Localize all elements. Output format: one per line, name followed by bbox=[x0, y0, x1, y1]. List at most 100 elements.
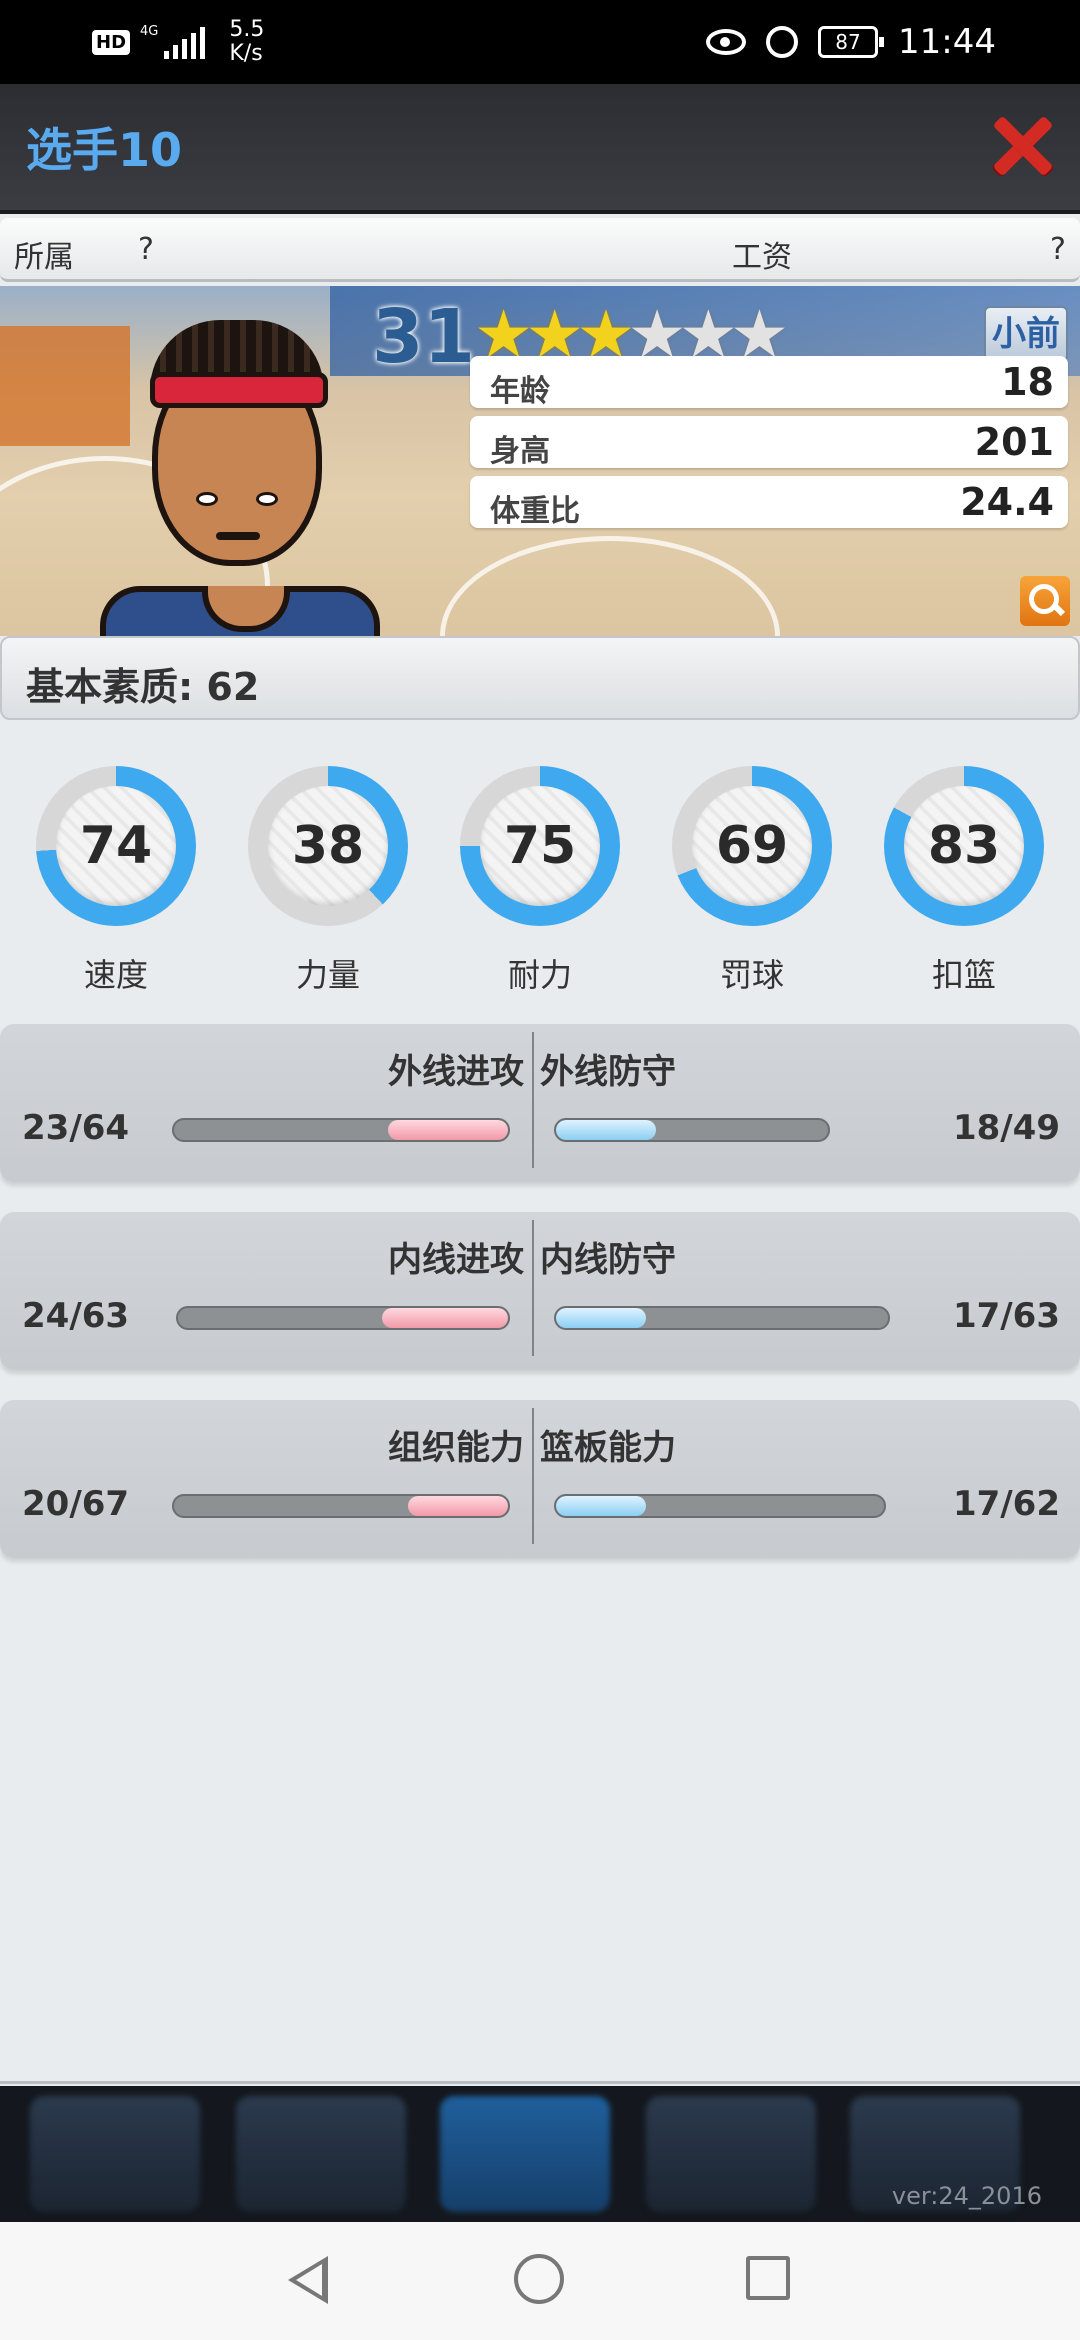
player-banner: 31 ★ ★ ★ ★ ★ ★ 小前 年龄 18 身高 201 体重比 24.4 bbox=[0, 286, 1080, 636]
nav-tab-2[interactable] bbox=[236, 2096, 406, 2212]
info-bmi: 体重比 24.4 bbox=[470, 476, 1068, 529]
status-left: HD 4G 5.5 K/s bbox=[92, 18, 264, 66]
stat-bar-left bbox=[176, 1306, 510, 1330]
gauge-label: 速度 bbox=[83, 956, 148, 994]
avatar-mouth bbox=[216, 532, 260, 540]
stat-value-left: 20/67 bbox=[22, 1484, 130, 1524]
panel-divider bbox=[532, 1220, 534, 1356]
search-icon[interactable] bbox=[1020, 576, 1070, 626]
nav-tab-1[interactable] bbox=[30, 2096, 200, 2212]
stat-bar-left bbox=[172, 1494, 510, 1518]
battery-icon: 87 bbox=[818, 26, 885, 58]
stat-panel-interior: 内线进攻 内线防守 24/63 17/63 bbox=[0, 1212, 1080, 1370]
stat-fill-right bbox=[556, 1120, 656, 1140]
position-badge: 小前 bbox=[984, 306, 1068, 362]
overall-rating: 31 bbox=[372, 294, 475, 380]
signal-icon: 4G bbox=[140, 24, 206, 59]
salary-value: ? bbox=[1050, 232, 1066, 267]
gauge-strength: 38 力量 bbox=[248, 766, 408, 994]
stat-fill-left bbox=[382, 1308, 508, 1328]
team-value: ? bbox=[138, 232, 154, 267]
avatar-headband bbox=[150, 372, 328, 408]
stat-title-right: 篮板能力 bbox=[540, 1428, 676, 1468]
gauge-value: 74 bbox=[56, 786, 176, 906]
net-speed-value: 5.5 bbox=[229, 17, 265, 42]
avatar-eye bbox=[196, 492, 218, 506]
gauge-value: 75 bbox=[480, 786, 600, 906]
stat-fill-left bbox=[388, 1120, 508, 1140]
stat-title-right: 内线防守 bbox=[540, 1240, 676, 1280]
stat-value-right: 17/63 bbox=[952, 1296, 1060, 1336]
hd-badge: HD bbox=[92, 29, 131, 55]
court-circle bbox=[440, 536, 780, 636]
gauge-ring: 74 bbox=[36, 766, 196, 926]
back-icon[interactable] bbox=[288, 2256, 328, 2304]
network-gen: 4G bbox=[140, 24, 159, 39]
gauge-value: 69 bbox=[692, 786, 812, 906]
basic-quality-bar: 基本素质: 62 bbox=[0, 636, 1080, 720]
game-bottom-nav: ver:24_2016 bbox=[0, 2086, 1080, 2222]
eye-icon bbox=[706, 29, 747, 55]
bmi-value: 24.4 bbox=[960, 480, 1054, 524]
panel-divider bbox=[532, 1408, 534, 1544]
gauge-value: 38 bbox=[268, 786, 388, 906]
stat-fill-left bbox=[408, 1496, 508, 1516]
version-label: ver:24_2016 bbox=[891, 2182, 1042, 2210]
status-right: 87 11:44 bbox=[706, 22, 996, 62]
age-label: 年龄 bbox=[490, 374, 550, 409]
stat-title-left: 组织能力 bbox=[388, 1428, 524, 1468]
player-avatar bbox=[80, 316, 400, 636]
clock: 11:44 bbox=[898, 22, 996, 62]
gauge-ring: 75 bbox=[460, 766, 620, 926]
stat-value-right: 17/62 bbox=[952, 1484, 1060, 1524]
basic-quality: 基本素质: 62 bbox=[26, 665, 260, 709]
avatar-eye bbox=[256, 492, 278, 506]
stat-bar-right bbox=[554, 1494, 886, 1518]
nav-tab-3[interactable] bbox=[440, 2096, 610, 2212]
gauge-label: 罚球 bbox=[719, 956, 784, 994]
gauge-ring: 83 bbox=[884, 766, 1044, 926]
gauge-stamina: 75 耐力 bbox=[460, 766, 620, 994]
page-title: 选手10 bbox=[26, 123, 183, 177]
gauge-ring: 38 bbox=[248, 766, 408, 926]
gauge-value: 83 bbox=[904, 786, 1024, 906]
stat-fill-right bbox=[556, 1496, 646, 1516]
system-nav-bar bbox=[0, 2222, 1080, 2340]
gauge-label: 耐力 bbox=[507, 956, 572, 994]
empty-content-area bbox=[0, 1570, 1080, 2084]
gauge-label: 扣篮 bbox=[931, 956, 996, 994]
affiliation-row: 所属 ? 工资 ? bbox=[0, 218, 1080, 282]
home-icon[interactable] bbox=[514, 2254, 564, 2304]
stat-bar-left bbox=[172, 1118, 510, 1142]
gauge-ring: 69 bbox=[672, 766, 832, 926]
stat-value-left: 23/64 bbox=[22, 1108, 130, 1148]
stat-title-left: 外线进攻 bbox=[388, 1052, 524, 1092]
close-icon[interactable] bbox=[990, 114, 1052, 176]
stat-value-right: 18/49 bbox=[952, 1108, 1060, 1148]
nav-tab-4[interactable] bbox=[646, 2096, 816, 2212]
alarm-icon bbox=[766, 26, 799, 58]
gauge-label: 力量 bbox=[295, 956, 360, 994]
info-height: 身高 201 bbox=[470, 416, 1068, 469]
stat-panel-perimeter: 外线进攻 外线防守 23/64 18/49 bbox=[0, 1024, 1080, 1182]
status-bar: HD 4G 5.5 K/s 87 11:44 bbox=[0, 0, 1080, 84]
net-speed-unit: K/s bbox=[229, 41, 263, 66]
stat-bar-right bbox=[554, 1306, 890, 1330]
net-speed: 5.5 K/s bbox=[229, 18, 264, 66]
gauge-speed: 74 速度 bbox=[36, 766, 196, 994]
info-age: 年龄 18 bbox=[470, 356, 1068, 409]
gauge-dunk: 83 扣篮 bbox=[884, 766, 1044, 994]
stat-title-right: 外线防守 bbox=[540, 1052, 676, 1092]
salary-label: 工资 bbox=[732, 240, 792, 275]
height-label: 身高 bbox=[490, 434, 550, 469]
stat-panel-playmaking: 组织能力 篮板能力 20/67 17/62 bbox=[0, 1400, 1080, 1558]
age-value: 18 bbox=[1001, 360, 1054, 404]
avatar-jersey bbox=[100, 586, 380, 636]
recent-icon[interactable] bbox=[746, 2256, 790, 2300]
stat-value-left: 24/63 bbox=[22, 1296, 130, 1336]
height-value: 201 bbox=[974, 420, 1054, 464]
bmi-label: 体重比 bbox=[490, 494, 580, 529]
stat-bar-right bbox=[554, 1118, 830, 1142]
dialog-header: 选手10 bbox=[0, 84, 1080, 214]
team-label: 所属 bbox=[14, 240, 74, 275]
